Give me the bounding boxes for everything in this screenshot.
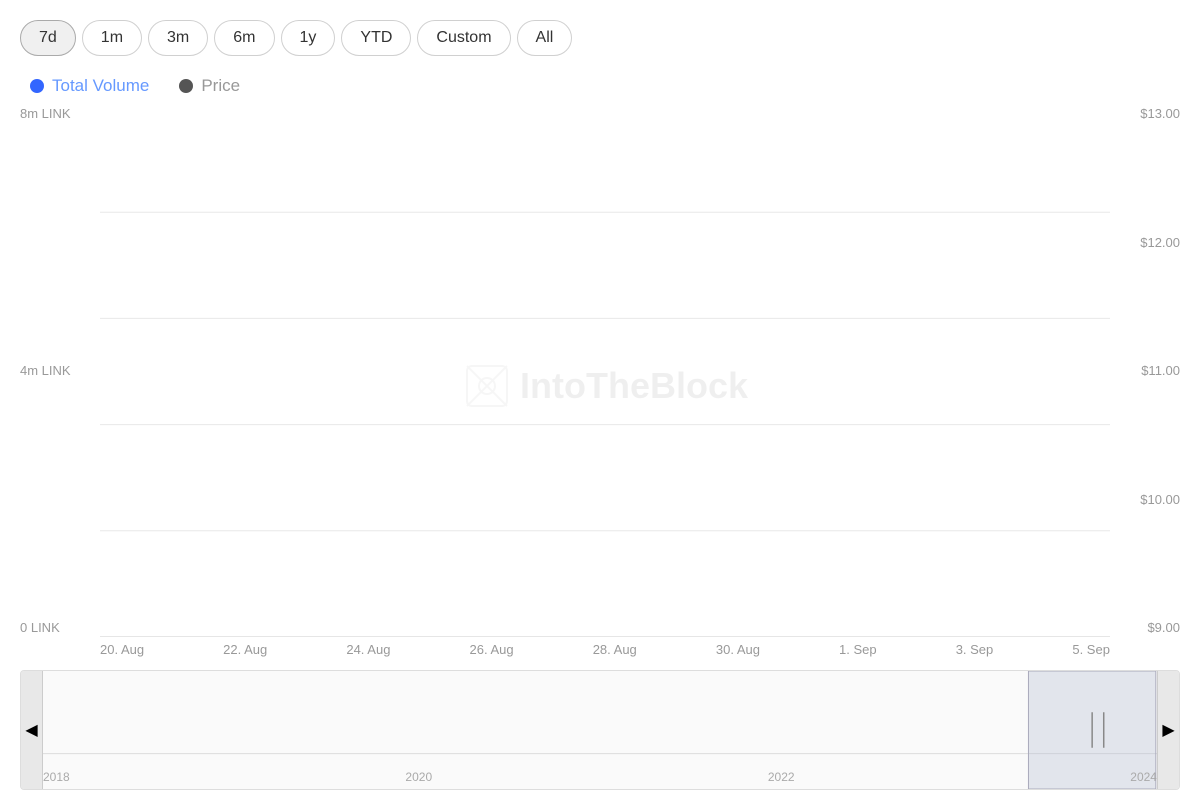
y-label-r2: $12.00 [1140, 235, 1180, 250]
time-range-bar: 7d1m3m6m1yYTDCustomAll [20, 20, 1180, 56]
y-label-top-left: 8m LINK [20, 106, 71, 121]
time-btn-3m[interactable]: 3m [148, 20, 208, 56]
y-label-r1: $13.00 [1140, 106, 1180, 121]
legend-total-volume[interactable]: Total Volume [30, 76, 149, 96]
x-label-0: 20. Aug [100, 642, 144, 660]
legend-dot-volume [30, 79, 44, 93]
right-arrow-icon: ▶ [1162, 720, 1174, 740]
y-label-r4: $10.00 [1140, 492, 1180, 507]
y-label-r3: $11.00 [1141, 363, 1180, 378]
main-chart-svg [100, 106, 1110, 637]
time-btn-1m[interactable]: 1m [82, 20, 142, 56]
legend-dot-price [179, 79, 193, 93]
legend: Total Volume Price [20, 76, 1180, 96]
year-labels: 2018 2020 2022 2024 [43, 770, 1157, 784]
x-label-1: 22. Aug [223, 642, 267, 660]
time-btn-all[interactable]: All [517, 20, 573, 56]
y-label-mid-left: 4m LINK [20, 363, 71, 378]
x-axis: 20. Aug 22. Aug 24. Aug 26. Aug 28. Aug 30. A… [100, 637, 1110, 665]
legend-label-volume: Total Volume [52, 76, 149, 96]
time-btn-6m[interactable]: 6m [214, 20, 274, 56]
navigator-right-handle[interactable]: ▶ [1157, 671, 1179, 789]
y-axis-right: $13.00 $12.00 $11.00 $10.00 $9.00 [1110, 106, 1180, 665]
x-label-2: 24. Aug [346, 642, 390, 660]
main-chart-area: 8m LINK 4m LINK 0 LINK IntoTheBlock [20, 106, 1180, 665]
x-label-3: 26. Aug [470, 642, 514, 660]
x-label-4: 28. Aug [593, 642, 637, 660]
y-axis-left: 8m LINK 4m LINK 0 LINK [20, 106, 100, 665]
year-2022: 2022 [768, 770, 795, 784]
x-label-5: 30. Aug [716, 642, 760, 660]
legend-label-price: Price [201, 76, 240, 96]
chart-wrapper: 8m LINK 4m LINK 0 LINK IntoTheBlock [20, 106, 1180, 790]
legend-price[interactable]: Price [179, 76, 240, 96]
time-btn-ytd[interactable]: YTD [341, 20, 411, 56]
time-btn-custom[interactable]: Custom [417, 20, 510, 56]
x-label-8: 5. Sep [1072, 642, 1110, 660]
x-label-6: 1. Sep [839, 642, 877, 660]
left-arrow-icon: ◀ [25, 720, 37, 740]
y-label-bot-left: 0 LINK [20, 620, 60, 635]
year-2020: 2020 [405, 770, 432, 784]
navigator-left-handle[interactable]: ◀ [21, 671, 43, 789]
x-label-7: 3. Sep [956, 642, 994, 660]
chart-and-xaxis: IntoTheBlock [100, 106, 1110, 665]
main-container: 7d1m3m6m1yYTDCustomAll Total Volume Pric… [0, 0, 1200, 800]
navigator-area[interactable]: 2018 2020 2022 2024 ◀ ▶ [20, 670, 1180, 790]
time-btn-7d[interactable]: 7d [20, 20, 76, 56]
year-2024: 2024 [1130, 770, 1157, 784]
y-label-r5: $9.00 [1147, 620, 1180, 635]
year-2018: 2018 [43, 770, 70, 784]
time-btn-1y[interactable]: 1y [281, 20, 336, 56]
